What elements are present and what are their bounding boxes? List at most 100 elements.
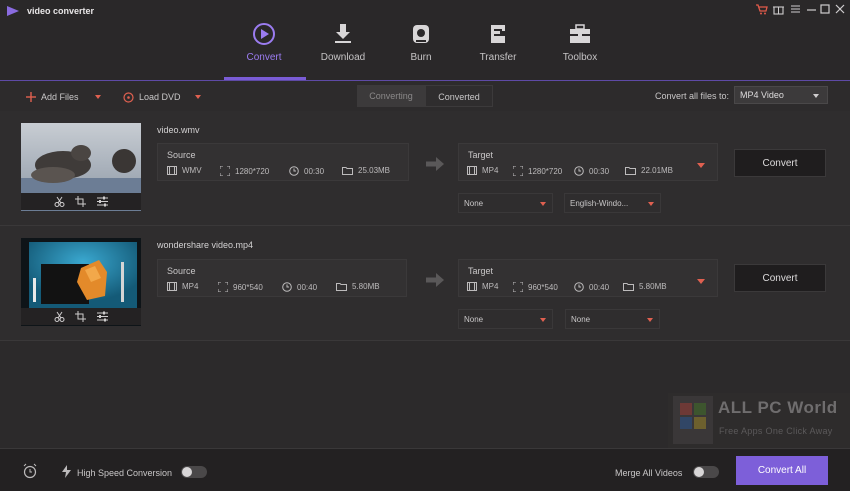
play-circle-icon — [251, 22, 277, 46]
gift-icon[interactable] — [771, 2, 786, 16]
scissors-icon[interactable] — [54, 196, 65, 207]
nav-transfer-label: Transfer — [479, 52, 517, 63]
clock-icon — [574, 282, 584, 292]
film-icon — [467, 282, 477, 291]
source-duration: 00:30 — [289, 166, 324, 176]
target-format-dropdown-icon[interactable] — [695, 159, 707, 171]
convert-all-files-label: Convert all files to: — [655, 91, 730, 101]
thumbnail-toolbar — [21, 308, 141, 325]
target-duration-value: 00:40 — [589, 282, 610, 292]
nav-burn[interactable]: Burn — [382, 20, 460, 78]
source-size-value: 5.80MB — [352, 282, 380, 291]
source-format: WMV — [167, 166, 202, 175]
source-duration-value: 00:40 — [297, 282, 318, 292]
load-dvd-button[interactable]: Load DVD — [123, 90, 201, 104]
toggle-knob — [182, 467, 192, 477]
nav-toolbox-label: Toolbox — [562, 52, 598, 63]
load-dvd-dropdown-icon[interactable] — [194, 95, 201, 99]
add-files-label: Add Files — [41, 92, 79, 102]
source-size: 25.03MB — [342, 166, 390, 175]
high-speed-conversion-toggle[interactable] — [181, 466, 207, 478]
chevron-down-icon — [648, 202, 654, 206]
watermark-title: ALL PC World — [718, 398, 838, 417]
folder-icon — [623, 283, 634, 291]
film-icon — [167, 166, 177, 175]
convert-button[interactable]: Convert — [734, 149, 826, 177]
nav-convert[interactable]: Convert — [225, 20, 303, 78]
audio-track-select-value: English-Windo... — [570, 199, 629, 208]
target-format-dropdown-icon[interactable] — [695, 275, 707, 287]
clock-icon — [282, 282, 292, 292]
convert-button[interactable]: Convert — [734, 264, 826, 292]
resolution-icon — [218, 282, 228, 292]
resolution-icon — [220, 166, 230, 176]
toolbox-icon — [567, 22, 593, 46]
minimize-icon[interactable] — [804, 2, 819, 16]
folder-icon — [342, 167, 353, 175]
tab-converted[interactable]: Converted — [425, 85, 493, 107]
nav-toolbox[interactable]: Toolbox — [541, 20, 619, 78]
scissors-icon[interactable] — [54, 311, 65, 322]
crop-icon[interactable] — [75, 311, 87, 322]
folder-icon — [625, 167, 636, 175]
effects-icon[interactable] — [96, 196, 108, 207]
convert-all-button[interactable]: Convert All — [736, 456, 828, 485]
source-resolution-value: 960*540 — [233, 282, 263, 292]
subtitle-select[interactable]: None — [458, 309, 553, 329]
target-info-box[interactable]: Target MP4 1280*720 00:30 22.01MB — [458, 143, 718, 181]
high-speed-conversion-label: High Speed Conversion — [77, 468, 173, 478]
add-files-dropdown-icon[interactable] — [94, 95, 101, 99]
film-icon — [467, 166, 477, 175]
dvd-icon — [123, 91, 134, 103]
add-files-button[interactable]: Add Files — [26, 90, 101, 104]
lightning-icon — [62, 465, 71, 478]
subtitle-select-value: None — [464, 315, 484, 324]
arrow-right-icon — [426, 273, 444, 287]
merge-all-videos-label: Merge All Videos — [615, 468, 683, 478]
effects-icon[interactable] — [96, 311, 108, 322]
source-resolution: 960*540 — [218, 282, 263, 292]
toggle-knob — [694, 467, 704, 477]
target-resolution: 1280*720 — [513, 166, 562, 176]
load-dvd-label: Load DVD — [139, 92, 181, 102]
crop-icon[interactable] — [75, 196, 87, 207]
merge-all-videos-toggle[interactable] — [693, 466, 719, 478]
maximize-icon[interactable] — [818, 2, 833, 16]
clock-icon — [289, 166, 299, 176]
close-icon[interactable] — [833, 2, 848, 16]
cart-icon[interactable] — [754, 2, 769, 16]
plus-icon — [26, 92, 36, 102]
nav-transfer[interactable]: Transfer — [459, 20, 537, 78]
source-format: MP4 — [167, 282, 198, 291]
target-info-box[interactable]: Target MP4 960*540 00:40 5.80MB — [458, 259, 718, 297]
nav-download[interactable]: Download — [304, 20, 382, 78]
target-size-value: 5.80MB — [639, 282, 667, 291]
target-duration-value: 00:30 — [589, 166, 610, 176]
tab-converting[interactable]: Converting — [357, 85, 425, 107]
arrow-right-icon — [426, 157, 444, 171]
target-resolution-value: 1280*720 — [528, 166, 563, 176]
source-format-value: MP4 — [182, 282, 199, 291]
menu-icon[interactable] — [788, 2, 803, 16]
target-format: MP4 — [467, 166, 498, 175]
chevron-down-icon — [647, 318, 653, 322]
film-icon — [167, 282, 177, 291]
source-title: Source — [167, 266, 196, 276]
audio-track-select-value: None — [571, 315, 591, 324]
thumbnail-toolbar — [21, 193, 141, 210]
transfer-icon — [485, 22, 511, 46]
folder-icon — [336, 283, 347, 291]
watermark-subtitle: Free Apps One Click Away — [719, 426, 833, 436]
clock-icon — [574, 166, 584, 176]
subtitle-select[interactable]: None — [458, 193, 553, 213]
source-resolution: 1280*720 — [220, 166, 269, 176]
alarm-clock-icon[interactable] — [22, 463, 38, 479]
target-size: 22.01MB — [625, 166, 673, 175]
convert-all-format-select[interactable]: MP4 Video — [734, 86, 828, 104]
source-duration-value: 00:30 — [304, 166, 325, 176]
download-icon — [330, 22, 356, 46]
audio-track-select[interactable]: English-Windo... — [564, 193, 661, 213]
nav-burn-label: Burn — [410, 52, 432, 63]
target-title: Target — [468, 266, 494, 276]
audio-track-select[interactable]: None — [565, 309, 660, 329]
